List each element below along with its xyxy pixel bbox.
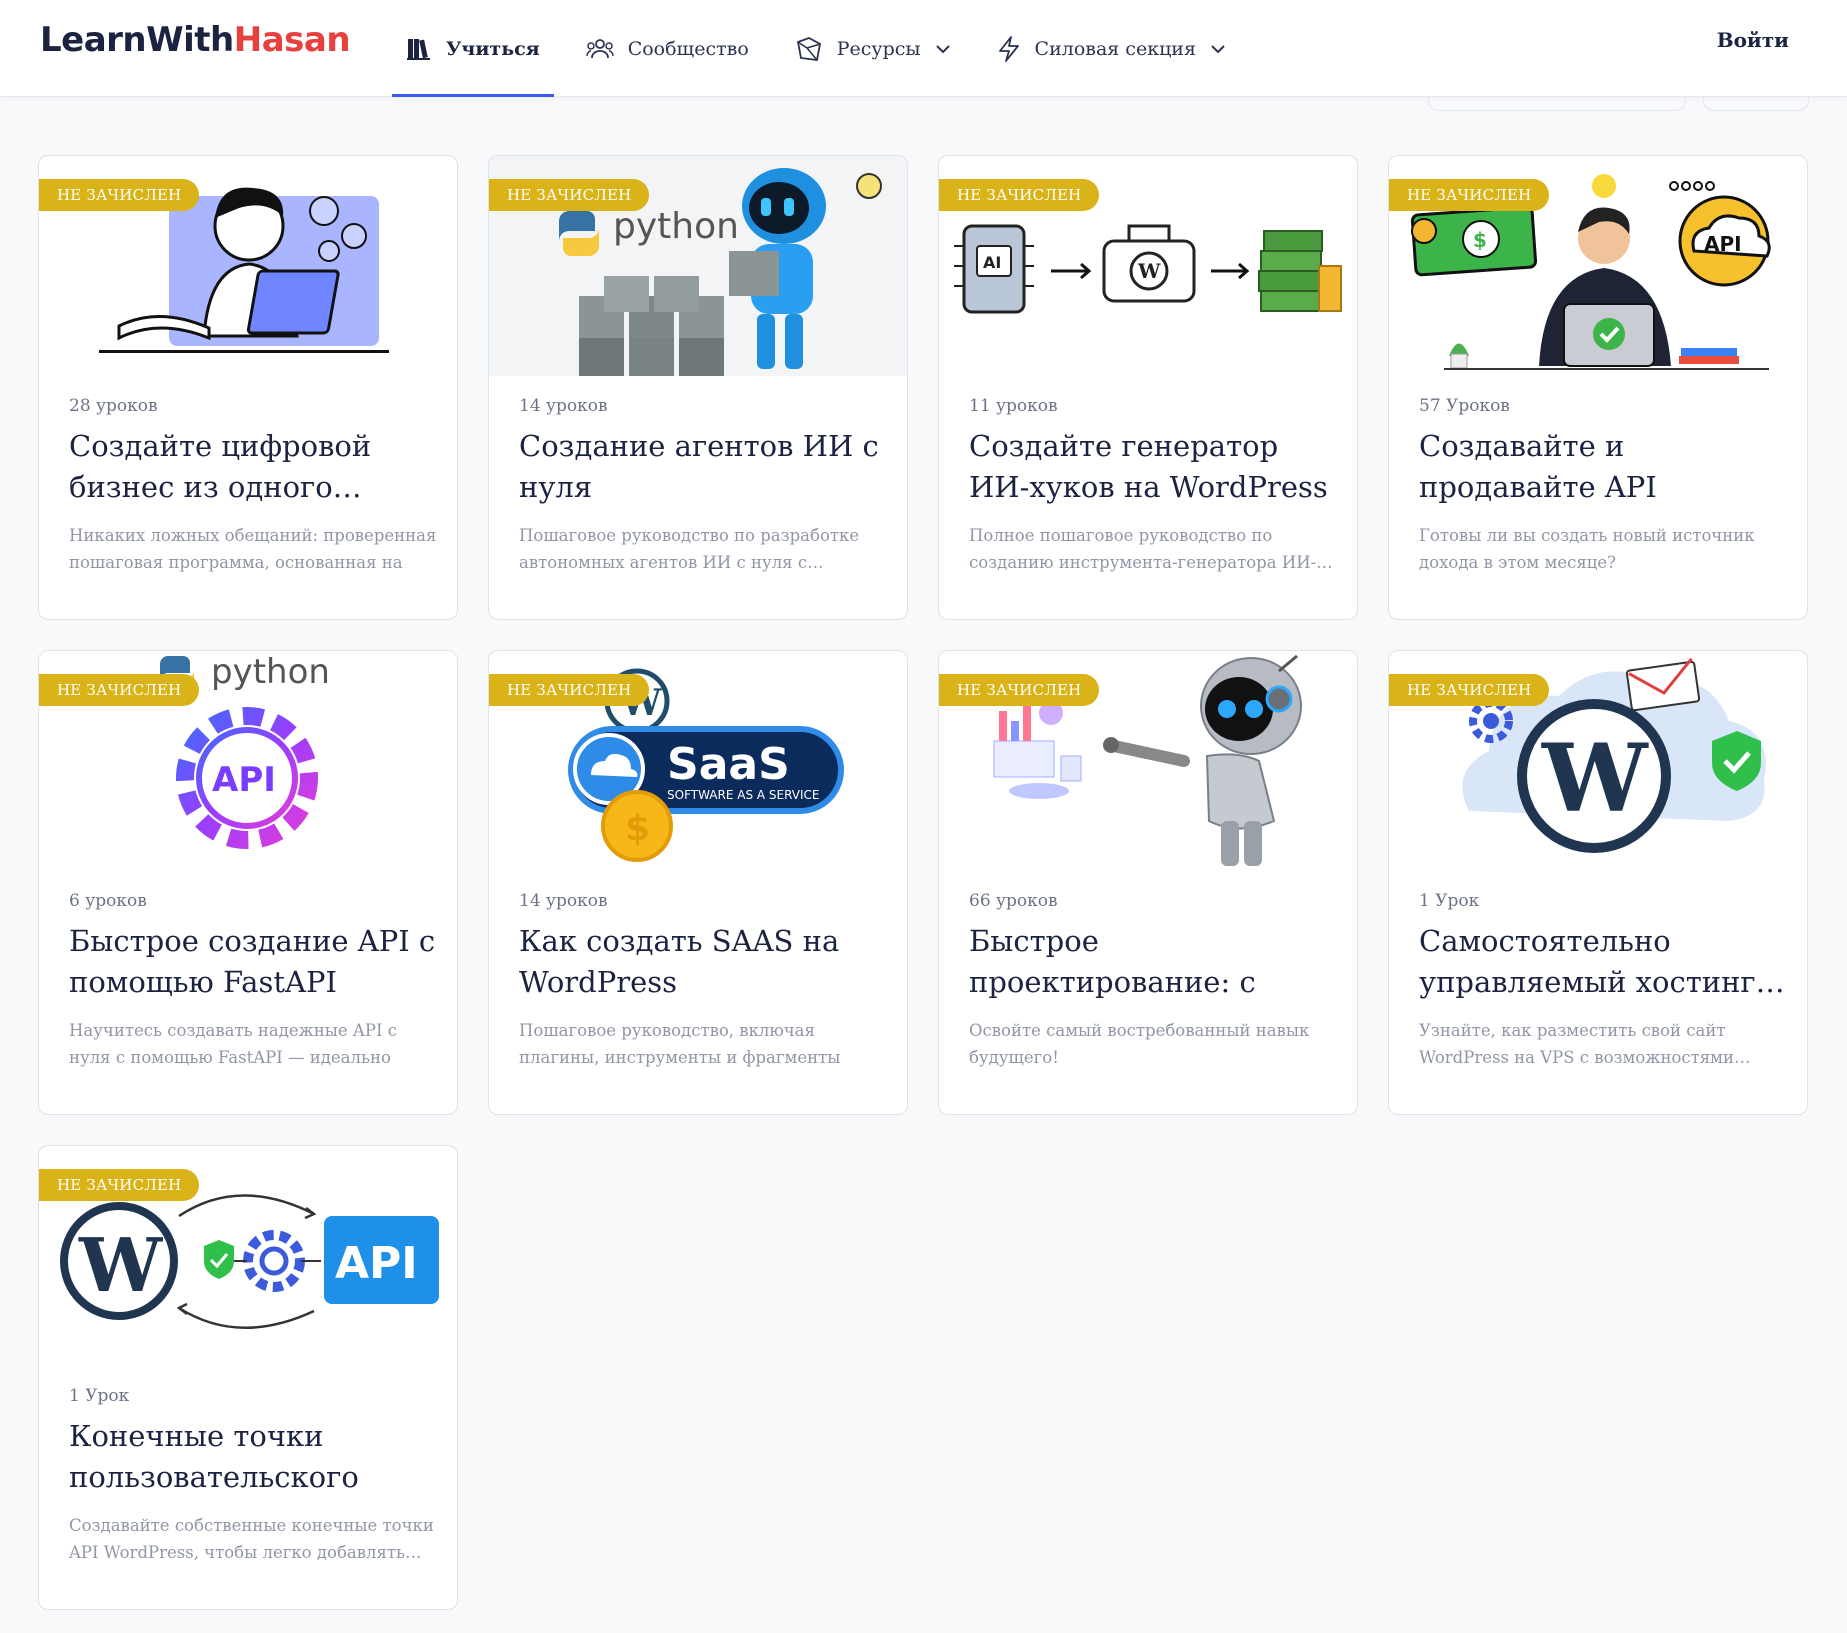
- enrollment-badge: НЕ ЗАЧИСЛЕН: [39, 674, 200, 706]
- course-description: Научитесь создавать надежные API с нуля …: [69, 1021, 397, 1067]
- site-header: LearnWithHasan Учиться Сообщество Ресурс…: [0, 0, 1847, 97]
- svg-text:W: W: [1541, 724, 1649, 834]
- api-gear-text: API: [212, 760, 276, 800]
- box-icon: [796, 36, 821, 61]
- enrollment-badge: НЕ ЗАЧИСЛЕН: [939, 674, 1100, 706]
- api-cloud-text: API: [1704, 232, 1742, 256]
- search-field-edge[interactable]: [1428, 97, 1686, 111]
- course-card[interactable]: W API НЕ ЗАЧИСЛЕН 1 Урок Конечные точки …: [38, 1145, 458, 1610]
- nav-resources[interactable]: Ресурсы: [781, 0, 965, 97]
- lesson-count: 14 уроков: [519, 396, 608, 416]
- saas-subtext: SOFTWARE AS A SERVICE: [667, 788, 820, 802]
- svg-text:$: $: [625, 808, 650, 849]
- enrollment-badge: НЕ ЗАЧИСЛЕН: [39, 1169, 200, 1201]
- lesson-count: 1 Урок: [1419, 891, 1480, 911]
- lesson-count: 57 Уроков: [1419, 396, 1510, 416]
- login-button[interactable]: Войти: [1717, 28, 1789, 52]
- nav-community-label: Сообщество: [627, 37, 749, 60]
- svg-text:W: W: [1137, 259, 1161, 283]
- nav-power-label: Силовая секция: [1034, 37, 1196, 60]
- course-title[interactable]: Создание агентов ИИ с нуля: [519, 426, 889, 508]
- nav-resources-label: Ресурсы: [836, 37, 921, 60]
- lesson-count: 28 уроков: [69, 396, 158, 416]
- course-description: Освойте самый востребованный навык будущ…: [969, 1021, 1310, 1067]
- course-card[interactable]: НЕ ЗАЧИСЛЕН 66 уроков Быстрое проектиров…: [938, 650, 1358, 1115]
- course-title[interactable]: Самостоятельно управляемый хостинг…: [1419, 921, 1789, 1003]
- course-description: Создавайте собственные конечные точки AP…: [69, 1516, 434, 1562]
- course-title[interactable]: Быстрое создание API с помощью FastAPI: [69, 921, 439, 1003]
- course-card[interactable]: W SaaS SOFTWARE AS A SERVICE $ НЕ ЗАЧИСЛ…: [488, 650, 908, 1115]
- lesson-count: 66 уроков: [969, 891, 1058, 911]
- course-title[interactable]: Как создать SAAS на WordPress: [519, 921, 889, 1003]
- enrollment-badge: НЕ ЗАЧИСЛЕН: [489, 674, 650, 706]
- nav-learn-label: Учиться: [446, 37, 540, 60]
- lesson-count: 14 уроков: [519, 891, 608, 911]
- course-title[interactable]: Создайте цифровой бизнес из одного…: [69, 426, 439, 508]
- enrollment-badge: НЕ ЗАЧИСЛЕН: [1389, 674, 1550, 706]
- course-card[interactable]: python НЕ ЗАЧИСЛЕН 14 уроков Создание аг…: [488, 155, 908, 620]
- nav-community[interactable]: Сообщество: [572, 0, 763, 97]
- course-description: Никаких ложных обещаний: проверенная пош…: [69, 526, 437, 572]
- course-title[interactable]: Создавайте и продавайте API правильно: [1419, 426, 1789, 508]
- course-description: Пошаговое руководство по разработке авто…: [519, 526, 860, 572]
- course-description: Узнайте, как разместить свой сайт WordPr…: [1419, 1021, 1751, 1067]
- course-description: Полное пошаговое руководство по созданию…: [969, 526, 1333, 572]
- course-title[interactable]: Конечные точки пользовательского API…: [69, 1416, 439, 1498]
- users-icon: [585, 38, 614, 58]
- svg-text:python: python: [211, 652, 330, 692]
- chevron-down-icon: [935, 44, 950, 53]
- enrollment-badge: НЕ ЗАЧИСЛЕН: [39, 179, 200, 211]
- course-grid: НЕ ЗАЧИСЛЕН 28 уроков Создайте цифровой …: [38, 155, 1810, 1610]
- course-card[interactable]: НЕ ЗАЧИСЛЕН 28 уроков Создайте цифровой …: [38, 155, 458, 620]
- course-card[interactable]: W НЕ ЗАЧИСЛЕН 1 Урок Самостоятельно упра…: [1388, 650, 1808, 1115]
- enrollment-badge: НЕ ЗАЧИСЛЕН: [1389, 179, 1550, 211]
- enrollment-badge: НЕ ЗАЧИСЛЕН: [939, 179, 1100, 211]
- lesson-count: 11 уроков: [969, 396, 1058, 416]
- course-description: Готовы ли вы создать новый источник дохо…: [1419, 526, 1755, 572]
- course-card[interactable]: AI W НЕ ЗАЧИСЛЕН 11 уроков Создайте гене…: [938, 155, 1358, 620]
- course-title[interactable]: Создайте генератор ИИ-хуков на WordPress: [969, 426, 1339, 508]
- api-box-text: API: [335, 1238, 418, 1289]
- filter-button-edge[interactable]: [1703, 97, 1809, 111]
- books-icon: [407, 38, 430, 60]
- course-card[interactable]: python API НЕ ЗАЧИСЛЕН 6 уроков Быстрое …: [38, 650, 458, 1115]
- lightning-icon: [998, 35, 1019, 62]
- svg-text:W: W: [78, 1223, 163, 1309]
- course-description: Пошаговое руководство, включая плагины, …: [519, 1021, 841, 1067]
- nav-power-section[interactable]: Силовая секция: [983, 0, 1240, 97]
- lesson-count: 6 уроков: [69, 891, 147, 911]
- svg-text:$: $: [1473, 228, 1487, 252]
- enrollment-badge: НЕ ЗАЧИСЛЕН: [489, 179, 650, 211]
- chevron-down-icon: [1211, 44, 1225, 53]
- saas-text: SaaS: [667, 739, 790, 790]
- python-text: python: [613, 206, 739, 247]
- logo[interactable]: LearnWithHasan: [40, 20, 351, 60]
- ai-chip-text: AI: [983, 253, 1001, 272]
- main-nav: Учиться Сообщество Ресурсы Силовая секци…: [392, 0, 1258, 97]
- course-title[interactable]: Быстрое проектирование: с нуля…: [969, 921, 1339, 1003]
- course-card[interactable]: $ API НЕ ЗАЧИСЛЕН 57 Уроков Создавайте и…: [1388, 155, 1808, 620]
- lesson-count: 1 Урок: [69, 1386, 130, 1406]
- nav-learn[interactable]: Учиться: [392, 0, 554, 97]
